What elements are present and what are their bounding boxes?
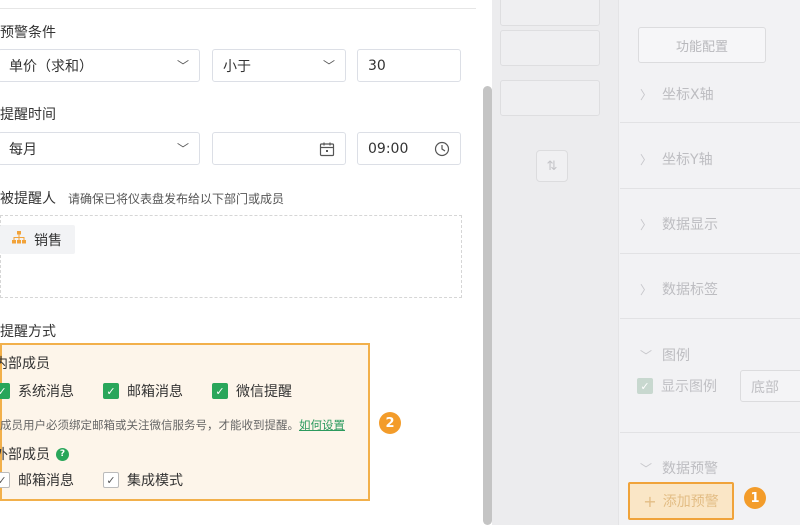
section-y-axis[interactable]: 〉坐标Y轴 [640,149,713,169]
sort-icon: ⇅ [546,158,558,174]
chevron-down-icon: ﹀ [640,348,653,363]
add-warning-button[interactable]: + 添加预警 [628,482,734,520]
select-value: 每月 [9,141,37,158]
warning-form-panel: 预警条件 单价（求和） ﹀ 小于 ﹀ 30 提醒时间 每月 ﹀ 09:00 被提… [0,0,492,525]
tag-label: 销售 [34,232,62,249]
checkbox-label: 邮箱消息 [127,384,183,400]
internal-label: 内部成员 [0,356,50,372]
external-label: 外部成员 [0,447,50,463]
ghost-box [500,80,600,116]
section-label: 数据预警 [662,461,719,477]
chevron-down-icon: ﹀ [322,59,335,73]
binding-note: 成员用户必须绑定邮箱或关注微信服务号，才能收到提醒。如何设置 [0,417,345,433]
condition-field-select[interactable]: 单价（求和） ﹀ [0,49,200,82]
config-tab[interactable]: 功能配置 [638,27,766,63]
section-legend[interactable]: ﹀ 图例 [640,345,690,365]
chevron-down-icon: ﹀ [640,461,653,476]
help-icon[interactable]: ? [56,447,69,461]
plus-icon: + [643,491,657,511]
how-to-setup-link[interactable]: 如何设置 [299,418,345,432]
internal-wechat-checkbox[interactable]: ✓ 微信提醒 [212,381,292,401]
check-icon: ✓ [103,472,119,488]
check-icon: ✓ [0,383,10,399]
section-data-warning[interactable]: ﹀ 数据预警 [640,458,718,478]
ghost-column [492,0,602,525]
note-text: 成员用户必须绑定邮箱或关注微信服务号，才能收到提醒。 [0,418,299,432]
checkbox-label: 集成模式 [127,473,183,489]
org-chart-icon [12,231,26,248]
select-value: 小于 [223,58,251,75]
recipient-hint: 请确保已将仪表盘发布给以下部门或成员 [68,192,285,206]
recipient-label-row: 被提醒人 请确保已将仪表盘发布给以下部门或成员 [0,188,284,208]
divider [620,432,800,433]
condition-value-input[interactable]: 30 [357,49,461,82]
internal-system-checkbox[interactable]: ✓ 系统消息 [0,381,74,401]
check-icon: ✓ [103,383,119,399]
check-icon: ✓ [212,383,228,399]
chevron-right-icon: 〉 [640,217,653,232]
section-x-axis[interactable]: 〉坐标X轴 [640,84,714,104]
chevron-right-icon: 〉 [640,152,653,167]
divider [620,253,800,254]
input-value: 30 [368,57,386,74]
internal-email-checkbox[interactable]: ✓ 邮箱消息 [103,381,183,401]
section-label: 数据显示 [662,217,719,233]
section-label: 图例 [662,348,691,364]
divider [620,318,800,319]
step-badge-2: 2 [379,412,401,434]
step-badge-1: 1 [744,487,766,509]
condition-operator-select[interactable]: 小于 ﹀ [212,49,346,82]
chevron-right-icon: 〉 [640,282,653,297]
scrollbar[interactable] [483,86,492,525]
sort-button[interactable]: ⇅ [536,150,568,182]
date-picker[interactable] [212,132,346,165]
clock-icon [434,141,450,156]
time-picker[interactable]: 09:00 [357,132,461,165]
config-panel [618,0,800,525]
divider [620,188,800,189]
condition-label: 预警条件 [0,25,56,41]
ghost-box [500,30,600,66]
remind-time-label: 提醒时间 [0,107,56,123]
section-label: 数据标签 [662,282,719,298]
external-label-row: 外部成员? [0,444,69,464]
chevron-right-icon: 〉 [640,87,653,102]
show-legend-checkbox[interactable]: ✓ 显示图例 [637,376,717,396]
section-label: 坐标X轴 [662,87,714,103]
checkbox-label: 微信提醒 [236,384,292,400]
add-warning-label: 添加预警 [662,494,719,510]
method-label: 提醒方式 [0,324,56,340]
external-email-checkbox[interactable]: ✓ 邮箱消息 [0,470,74,490]
section-data-display[interactable]: 〉数据显示 [640,214,718,234]
check-icon: ✓ [637,378,653,394]
show-legend-label: 显示图例 [661,379,717,395]
divider [620,122,800,123]
calendar-icon [319,142,335,156]
divider [0,8,476,9]
recipient-tag[interactable]: 销售 [0,225,75,254]
frequency-select[interactable]: 每月 ﹀ [0,132,200,165]
select-value: 单价（求和） [9,58,93,75]
section-data-labels[interactable]: 〉数据标签 [640,279,718,299]
external-integration-checkbox[interactable]: ✓ 集成模式 [103,470,183,490]
ghost-box [500,0,600,26]
legend-position-select[interactable]: 底部 [740,370,800,402]
checkbox-label: 系统消息 [18,384,74,400]
time-value: 09:00 [368,140,409,157]
check-icon: ✓ [0,472,10,488]
chevron-down-icon: ﹀ [176,59,189,73]
checkbox-label: 邮箱消息 [18,473,74,489]
section-label: 坐标Y轴 [662,152,713,168]
recipient-label: 被提醒人 [0,191,56,207]
chevron-down-icon: ﹀ [176,142,189,156]
